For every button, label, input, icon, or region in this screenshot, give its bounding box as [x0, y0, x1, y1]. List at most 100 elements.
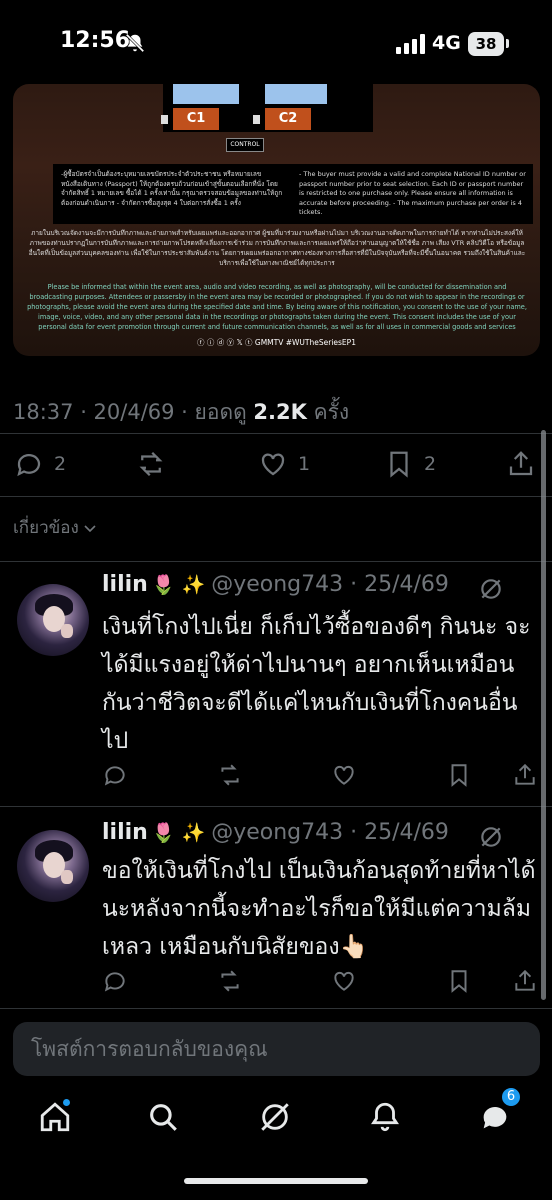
reply-input[interactable] [31, 1034, 521, 1064]
battery-level: 38 [468, 32, 504, 56]
tweet-action-bar: 2 1 2 [0, 444, 552, 484]
reply-text: เงินที่โกงไปเนี่ย ก็เก็บไว้ซื้อของดีๆ กิ… [102, 614, 531, 754]
reply-compose-box[interactable] [13, 1022, 540, 1076]
share-icon [515, 969, 535, 991]
tweet-media-image[interactable]: C1 C2 CONTROL -ผู้ซื้อบัตรจำเป็นต้องระบุ… [13, 84, 540, 356]
bookmark-icon [451, 970, 467, 993]
stage-block-left [173, 84, 239, 104]
tab-messages[interactable]: 6 [478, 1086, 522, 1134]
status-bar: 12:56 4G 38 [0, 0, 552, 90]
avatar-hand [61, 624, 73, 638]
divider [0, 1008, 552, 1009]
notice-thai: ภายในบริเวณจัดงานจะมีการบันทึกภาพและถ่าย… [28, 229, 526, 267]
share-button[interactable] [512, 762, 538, 788]
control-booth: CONTROL [226, 138, 264, 152]
avatar[interactable] [17, 584, 89, 656]
grok-icon [261, 1103, 289, 1131]
divider [0, 561, 552, 562]
notice-english: Please be informed that within the event… [27, 283, 527, 331]
seat-marker [253, 115, 260, 124]
author-emoji: 🌷 ✨ [151, 822, 206, 844]
reply-header: lilin 🌷 ✨ @yeong743 · 25/4/69 [102, 572, 449, 597]
reply-icon [104, 972, 125, 992]
terms-box: -ผู้ซื้อบัตรจำเป็นต้องระบุหมายเลขบัตรประ… [53, 164, 533, 224]
tab-home[interactable] [38, 1098, 72, 1134]
heart-icon [334, 971, 354, 991]
terms-thai: -ผู้ซื้อบัตรจำเป็นต้องระบุหมายเลขบัตรประ… [61, 170, 283, 207]
reply-button[interactable] [102, 762, 128, 788]
bookmark-icon [451, 764, 467, 787]
reply-action-bar [0, 968, 552, 998]
reply-button[interactable]: 2 [14, 444, 66, 484]
share-icon [515, 763, 535, 785]
repost-button[interactable] [136, 444, 166, 484]
seat-map: C1 C2 CONTROL -ผู้ซื้อบัตรจำเป็นต้องระบุ… [13, 84, 540, 356]
seat-zone-c2: C2 [265, 108, 311, 130]
seat-zone-c1: C1 [173, 108, 219, 130]
author-name[interactable]: lilin [102, 820, 148, 845]
avatar[interactable] [17, 830, 89, 902]
messages-badge: 6 [500, 1086, 522, 1108]
view-count[interactable]: 2.2K [253, 400, 306, 424]
related-label: เกี่ยวข้อง [13, 518, 79, 538]
seat-marker [161, 115, 168, 124]
repost-icon [221, 970, 239, 992]
home-indicator [184, 1178, 368, 1184]
author-name[interactable]: lilin [102, 572, 148, 597]
bookmark-button[interactable] [446, 968, 472, 994]
author-handle-date[interactable]: @yeong743 · 25/4/69 [211, 572, 449, 597]
reply-action-bar [0, 762, 552, 792]
like-button[interactable] [331, 968, 357, 994]
chevron-down-icon [84, 524, 96, 532]
notification-dot [62, 1098, 71, 1107]
grok-icon[interactable] [478, 824, 504, 850]
grok-icon[interactable] [478, 576, 504, 602]
author-emoji: 🌷 ✨ [151, 574, 206, 596]
like-button[interactable]: 1 [258, 444, 310, 484]
like-count: 1 [298, 453, 311, 475]
divider [0, 433, 552, 434]
tab-notifications[interactable] [368, 1100, 402, 1134]
heart-icon [261, 453, 285, 476]
heart-icon [334, 765, 354, 785]
status-time: 12:56 [60, 28, 131, 53]
tweet-meta: 18:37 · 20/4/69 · ยอดดู 2.2K ครั้ง [13, 396, 349, 429]
related-filter[interactable]: เกี่ยวข้อง [13, 514, 97, 541]
reply-text: ขอให้เงินที่โกงไป เป็นเงินก้อนสุดท้ายที่… [102, 858, 536, 960]
bookmark-icon [390, 451, 408, 478]
author-handle-date[interactable]: @yeong743 · 25/4/69 [211, 820, 449, 845]
reply-icon [17, 454, 41, 477]
repost-button[interactable] [217, 968, 243, 994]
scrollbar[interactable] [541, 430, 546, 1000]
terms-english: - The buyer must provide a valid and com… [299, 170, 526, 216]
avatar-hand [61, 870, 73, 884]
signal-icon [396, 34, 425, 54]
bookmark-button[interactable] [446, 762, 472, 788]
network-type: 4G [432, 32, 461, 54]
repost-button[interactable] [217, 762, 243, 788]
bookmark-count: 2 [424, 453, 437, 475]
divider [0, 806, 552, 807]
stage-block-right [265, 84, 327, 104]
like-button[interactable] [331, 762, 357, 788]
reply-header: lilin 🌷 ✨ @yeong743 · 25/4/69 [102, 820, 449, 845]
tab-grok[interactable] [258, 1100, 292, 1134]
bell-mute-icon [125, 33, 145, 53]
bell-icon [371, 1102, 399, 1132]
battery-tip [506, 39, 509, 48]
reply-icon [104, 766, 125, 786]
tab-search[interactable] [146, 1100, 180, 1134]
share-button[interactable] [512, 968, 538, 994]
views-suffix: ครั้ง [306, 400, 350, 424]
reply-button[interactable] [102, 968, 128, 994]
social-handles: ⓕ ⓘ ⓓ ⓨ 𝕏 ⓣ GMMTV #WUTheSeriesEP1 [197, 338, 356, 347]
divider [0, 496, 552, 497]
bookmark-button[interactable]: 2 [384, 444, 436, 484]
reply-count: 2 [54, 453, 67, 475]
search-icon [150, 1104, 177, 1131]
tweet-time-date: 18:37 · 20/4/69 · ยอดดู [13, 400, 254, 424]
share-icon [509, 451, 533, 476]
repost-icon [139, 451, 163, 477]
repost-icon [221, 764, 239, 786]
share-button[interactable] [506, 444, 536, 484]
